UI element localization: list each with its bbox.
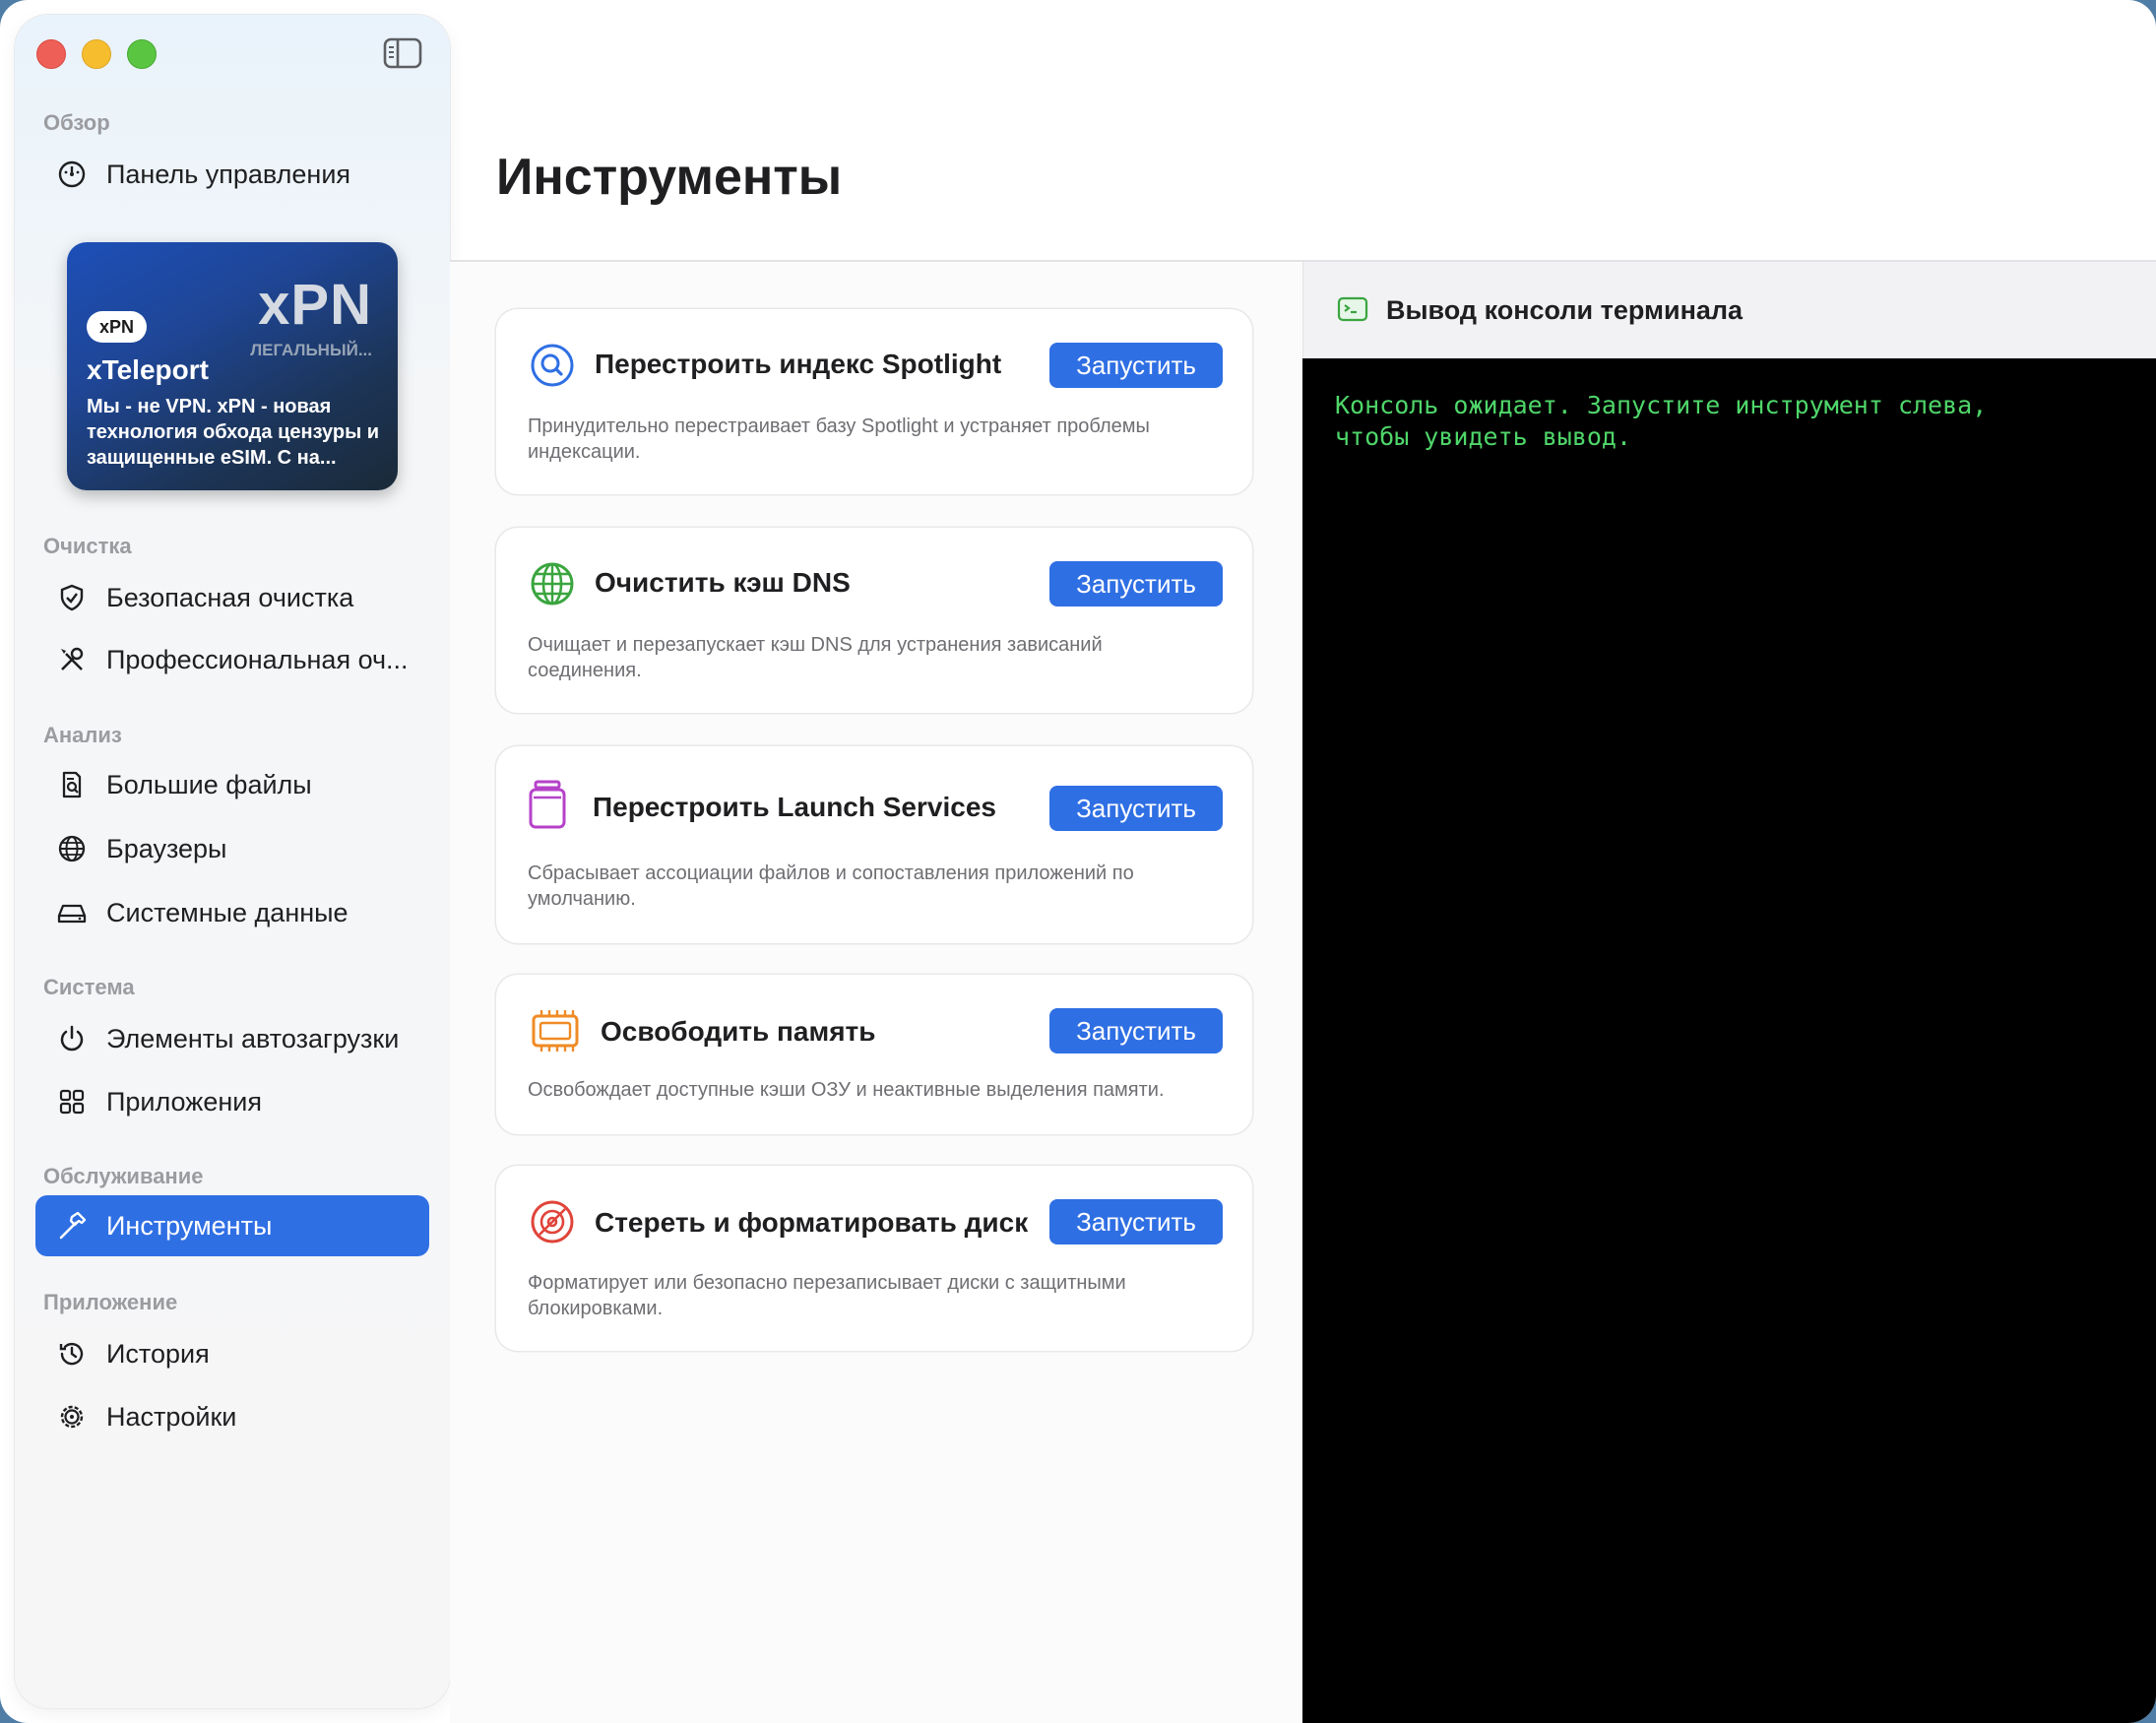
- run-dns-button[interactable]: Запустить: [1049, 561, 1223, 606]
- tool-description: Очищает и перезапускает кэш DNS для устр…: [528, 634, 1103, 681]
- terminal-icon: [1337, 296, 1368, 322]
- section-overview: Обзор: [43, 110, 110, 135]
- console-output-text: Консоль ожидает. Запустите инструмент сл…: [1335, 391, 1988, 451]
- document-search-icon: [55, 768, 89, 801]
- sidebar-item-login-items[interactable]: Элементы автозагрузки: [35, 1008, 429, 1069]
- hammer-icon: [55, 1209, 89, 1243]
- disc-erase-icon: [531, 1200, 574, 1244]
- drive-icon: [55, 896, 89, 929]
- promo-tagline: ЛЕГАЛЬНЫЙ...: [250, 341, 372, 359]
- sidebar-item-label: Настройки: [106, 1401, 237, 1432]
- tool-title: Очистить кэш DNS: [595, 567, 851, 598]
- tool-title: Перестроить индекс Spotlight: [595, 349, 1002, 379]
- run-disk-button[interactable]: Запустить: [1049, 1199, 1223, 1244]
- minimize-window-button[interactable]: [82, 39, 111, 69]
- section-maintenance: Обслуживание: [43, 1164, 204, 1188]
- section-cleanup: Очистка: [43, 534, 132, 558]
- sidebar-item-label: Элементы автозагрузки: [106, 1023, 400, 1053]
- tool-card-disk: Стереть и форматировать диск Запустить Ф…: [496, 1166, 1252, 1351]
- sidebar-item-history[interactable]: История: [35, 1323, 429, 1384]
- sidebar-item-label: Браузеры: [106, 833, 227, 863]
- sidebar-item-label: Профессиональная оч...: [106, 644, 409, 674]
- sidebar-item-dashboard[interactable]: Панель управления: [35, 144, 429, 205]
- shield-check-icon: [55, 581, 89, 614]
- sidebar-item-label: Большие файлы: [106, 769, 312, 799]
- spotlight-search-icon: [531, 344, 574, 387]
- sidebar-item-safe-clean[interactable]: Безопасная очистка: [35, 567, 429, 628]
- sidebar-item-pro-clean[interactable]: Профессиональная оч...: [35, 629, 429, 690]
- tool-title: Стереть и форматировать диск: [595, 1207, 1029, 1238]
- app-grid-icon: [55, 1085, 89, 1118]
- section-analysis: Анализ: [43, 723, 122, 747]
- sidebar-item-label: Панель управления: [106, 159, 351, 189]
- globe-network-icon: [531, 562, 574, 606]
- memory-chip-icon: [532, 1010, 579, 1052]
- globe-icon: [55, 832, 89, 865]
- sidebar-item-large-files[interactable]: Большие файлы: [35, 754, 429, 815]
- close-window-button[interactable]: [36, 39, 66, 69]
- power-icon: [55, 1022, 89, 1055]
- section-app: Приложение: [43, 1290, 178, 1314]
- page-title: Инструменты: [496, 149, 843, 206]
- sidebar-item-tools[interactable]: Инструменты: [35, 1195, 429, 1256]
- tool-card-launch-services: Перестроить Launch Services Запустить Сб…: [496, 746, 1252, 943]
- promo-title: xTeleport: [87, 354, 209, 385]
- tool-title: Перестроить Launch Services: [593, 792, 996, 822]
- console-output-area[interactable]: [1302, 358, 2156, 1723]
- gauge-icon: [55, 158, 89, 191]
- sidebar-item-label: Безопасная очистка: [106, 582, 354, 612]
- tool-card-dns: Очистить кэш DNS Запустить Очищает и пер…: [496, 528, 1252, 713]
- tool-description: Форматирует или безопасно перезаписывает…: [528, 1272, 1126, 1319]
- tool-description: Принудительно перестраивает базу Spotlig…: [528, 415, 1150, 463]
- promo-banner[interactable]: xPN ЛЕГАЛЬНЫЙ... xPN xTeleport Мы - не V…: [67, 242, 398, 490]
- sidebar-item-settings[interactable]: Настройки: [35, 1386, 429, 1447]
- tool-card-memory: Освободить память Запустить Освобождает …: [496, 975, 1252, 1134]
- app-window: Обзор Панель управления xPN ЛЕГАЛЬНЫЙ...…: [0, 0, 2156, 1723]
- promo-badge: xPN: [87, 311, 148, 343]
- section-system: Система: [43, 975, 135, 999]
- tool-title: Освободить память: [601, 1016, 876, 1047]
- sidebar-item-label: История: [106, 1338, 210, 1369]
- sidebar-item-label: Системные данные: [106, 897, 349, 927]
- tool-card-spotlight: Перестроить индекс Spotlight Запустить П…: [496, 309, 1252, 494]
- sidebar-item-label: Приложения: [106, 1086, 262, 1117]
- sidebar-item-browsers[interactable]: Браузеры: [35, 818, 429, 879]
- sidebar-item-label: Инструменты: [106, 1210, 273, 1241]
- console-title: Вывод консоли терминала: [1386, 295, 1744, 325]
- wrench-screwdriver-icon: [55, 643, 89, 676]
- history-clock-icon: [55, 1337, 89, 1371]
- run-spotlight-button[interactable]: Запустить: [1049, 343, 1223, 388]
- sidebar-item-applications[interactable]: Приложения: [35, 1071, 429, 1132]
- promo-logo: xPN: [258, 273, 372, 337]
- sidebar-item-system-data[interactable]: Системные данные: [35, 882, 429, 943]
- sidebar-toggle-icon[interactable]: [383, 37, 422, 69]
- run-launch-services-button[interactable]: Запустить: [1049, 786, 1223, 831]
- gear-icon: [55, 1400, 89, 1434]
- promo-description: Мы - не VPN. xPN - новая технология обхо…: [87, 396, 380, 469]
- app-jar-icon: [529, 780, 566, 829]
- tool-description: Освобождает доступные кэши ОЗУ и неактив…: [528, 1079, 1165, 1101]
- run-memory-button[interactable]: Запустить: [1049, 1008, 1223, 1053]
- tool-description: Сбрасывает ассоциации файлов и сопоставл…: [528, 862, 1134, 910]
- zoom-window-button[interactable]: [127, 39, 157, 69]
